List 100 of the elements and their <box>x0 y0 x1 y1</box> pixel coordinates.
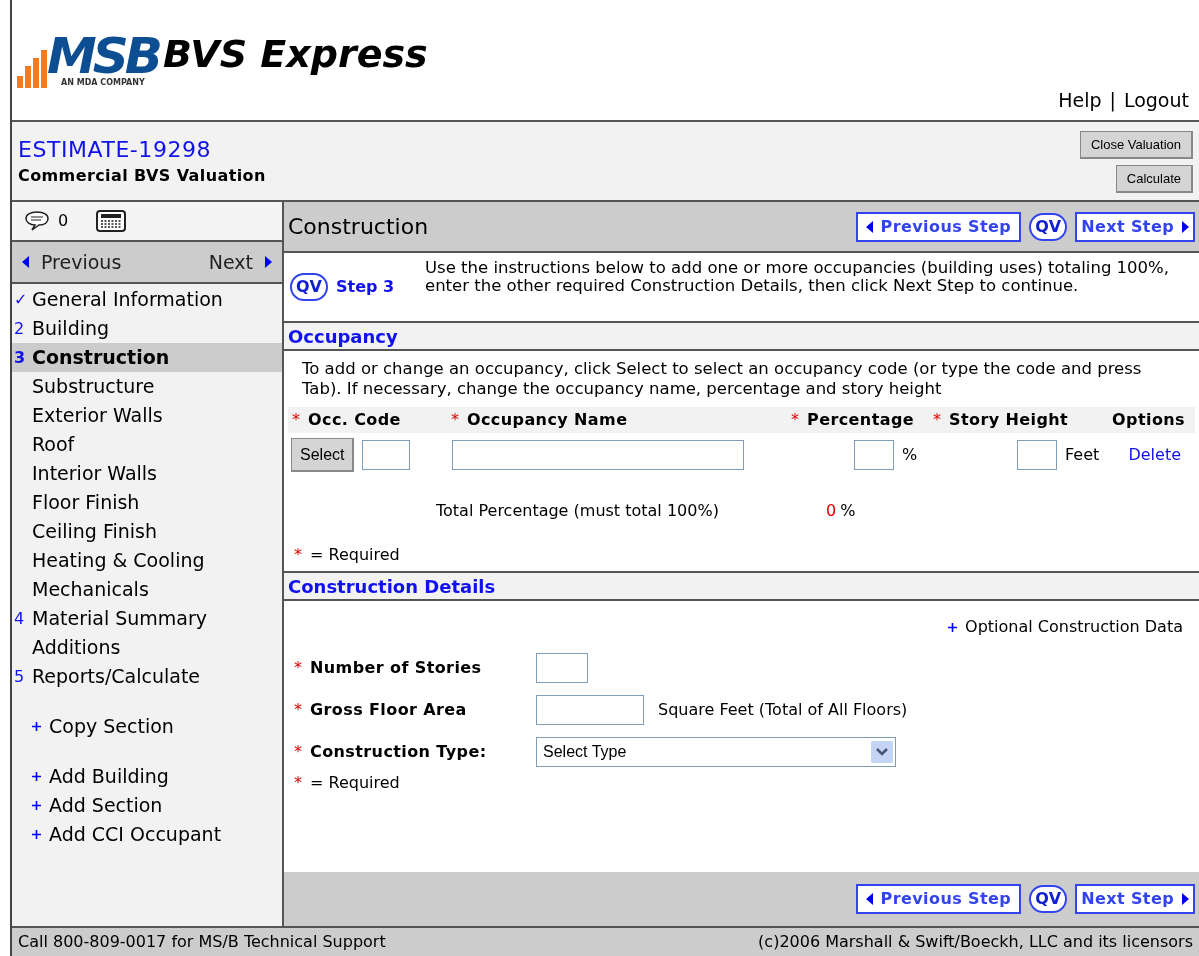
height-unit: Feet <box>1065 444 1101 466</box>
right-triangle-icon <box>1182 220 1189 233</box>
close-valuation-button[interactable]: Close Valuation <box>1079 131 1193 159</box>
plus-icon <box>32 722 41 731</box>
nav-subitem[interactable]: Roof <box>12 430 282 459</box>
chevron-down-icon <box>871 741 893 763</box>
qv-button[interactable]: QV <box>1029 885 1068 913</box>
nav-item[interactable]: 3 Construction <box>12 343 282 372</box>
nav-item[interactable]: 5 Reports/Calculate <box>12 662 282 691</box>
right-triangle-icon <box>1182 893 1189 905</box>
nav-subitem[interactable]: Interior Walls <box>12 459 282 488</box>
sidebar-action-link[interactable]: Add CCI Occupant <box>32 820 282 849</box>
total-value: 0 <box>826 500 837 522</box>
next-step-button[interactable]: Next Step <box>1075 211 1195 242</box>
occupancy-instructions: To add or change an occupancy, click Select to select an occupancy code (or type the code and press Tab). If necessary, change the occupancy name, percentage and story height <box>301 358 1143 399</box>
sidebar-action-link[interactable]: Copy Section <box>32 712 282 741</box>
required-note: = Required <box>310 544 400 566</box>
qv-button[interactable]: QV <box>290 273 328 301</box>
left-triangle-icon <box>865 220 873 233</box>
percentage-field[interactable] <box>854 440 894 470</box>
required-mark: * <box>294 741 303 763</box>
nav-subitem[interactable]: Floor Finish <box>12 488 282 517</box>
column-header: * Percentage <box>791 409 914 431</box>
step-marker: 4 <box>14 607 26 630</box>
required-mark: * <box>294 699 303 721</box>
comment-count: 0 <box>58 210 69 232</box>
field-label: Number of Stories <box>310 657 482 679</box>
left-triangle-icon <box>865 893 873 905</box>
nav-item[interactable]: 2 Building <box>12 314 282 343</box>
page-title: Construction <box>288 213 429 241</box>
total-unit: % <box>840 500 856 522</box>
right-triangle-icon <box>265 256 272 268</box>
bar-steps-icon <box>17 50 47 88</box>
next-link[interactable]: Next <box>208 247 272 277</box>
section-heading: Occupancy <box>288 324 398 349</box>
sidebar-action-link[interactable]: Add Building <box>32 762 282 791</box>
previous-step-button[interactable]: Previous Step <box>855 884 1022 914</box>
product-name: BVS Express <box>162 32 428 76</box>
required-note: = Required <box>310 772 400 794</box>
plus-icon <box>32 801 41 810</box>
select-button[interactable]: Select <box>291 438 355 472</box>
step-marker: 5 <box>14 665 26 688</box>
nav-label: Material Summary <box>32 606 208 632</box>
required-mark: * <box>294 657 303 679</box>
estimate-subtitle: Commercial BVS Valuation <box>18 165 266 187</box>
field-label: Gross Floor Area <box>310 699 467 721</box>
qv-button[interactable]: QV <box>1029 212 1068 241</box>
step-marker: 3 <box>14 346 27 369</box>
area-field[interactable] <box>536 695 644 725</box>
nav-subitem[interactable]: Substructure <box>12 372 282 401</box>
column-header: * Occ. Code <box>292 409 401 431</box>
column-header: * Story Height <box>933 409 1069 431</box>
area-unit: Square Feet (Total of All Floors) <box>658 699 908 721</box>
plus-icon <box>32 830 41 839</box>
copyright-text: (c)2006 Marshall & Swift/Boeckh, LLC and its licensors <box>758 931 1193 953</box>
plus-icon <box>32 772 41 781</box>
calculator-icon <box>96 210 127 232</box>
step-label: Step 3 <box>336 276 395 298</box>
left-triangle-icon <box>22 256 29 268</box>
total-label: Total Percentage (must total 100%) <box>436 500 720 522</box>
column-header: * Occupancy Name <box>451 409 628 431</box>
logo-tagline: AN MDA COMPANY <box>61 78 145 88</box>
nav-label: Construction <box>32 345 170 371</box>
section-heading: Construction Details <box>288 574 496 599</box>
column-header: Options <box>1112 409 1185 431</box>
nav-label: General Information <box>32 287 223 313</box>
calculate-button[interactable]: Calculate <box>1115 165 1193 193</box>
previous-step-button[interactable]: Previous Step <box>855 211 1022 242</box>
logout-link[interactable]: Logout <box>1123 85 1189 114</box>
stories-field[interactable] <box>536 653 588 683</box>
sidebar-action-link[interactable]: Add Section <box>32 791 282 820</box>
required-mark: * <box>294 772 303 794</box>
nav-subitem[interactable]: Additions <box>12 633 282 662</box>
nav-label: Building <box>32 316 110 342</box>
link-separator: | <box>1109 87 1116 114</box>
optional-data-link[interactable]: Optional Construction Data <box>948 615 1183 639</box>
occupancy-name-field[interactable] <box>452 440 744 470</box>
next-step-button[interactable]: Next Step <box>1075 884 1195 914</box>
logo-text: MSB <box>47 34 159 78</box>
support-text: Call 800-809-0017 for MS/B Technical Support <box>18 931 386 953</box>
nav-item[interactable]: ✓ General Information <box>12 285 282 314</box>
speech-bubble-icon <box>24 210 50 232</box>
delete-link[interactable]: Delete <box>1128 443 1181 467</box>
nav-item[interactable]: 4 Material Summary <box>12 604 282 633</box>
story-height-field[interactable] <box>1017 440 1057 470</box>
estimate-title: ESTIMATE-19298 <box>18 136 213 164</box>
help-link[interactable]: Help <box>1058 85 1102 114</box>
previous-link[interactable]: Previous <box>22 247 122 277</box>
step-marker: 2 <box>14 317 26 340</box>
nav-subitem[interactable]: Mechanicals <box>12 575 282 604</box>
field-label: Construction Type: <box>310 741 487 763</box>
step-instructions: Use the instructions below to add one or more occupancies (building uses) totaling 100%, enter the other required Construction Details, then click Next Step to continue. <box>425 259 1171 295</box>
construction-type-dropdown[interactable]: Select Type <box>536 737 896 767</box>
nav-subitem[interactable]: Ceiling Finish <box>12 517 282 546</box>
occ-code-field[interactable] <box>362 440 411 470</box>
nav-subitem[interactable]: Heating & Cooling <box>12 546 282 575</box>
required-mark: * <box>294 544 303 566</box>
plus-icon <box>948 622 958 632</box>
percent-unit: % <box>902 444 919 466</box>
nav-subitem[interactable]: Exterior Walls <box>12 401 282 430</box>
